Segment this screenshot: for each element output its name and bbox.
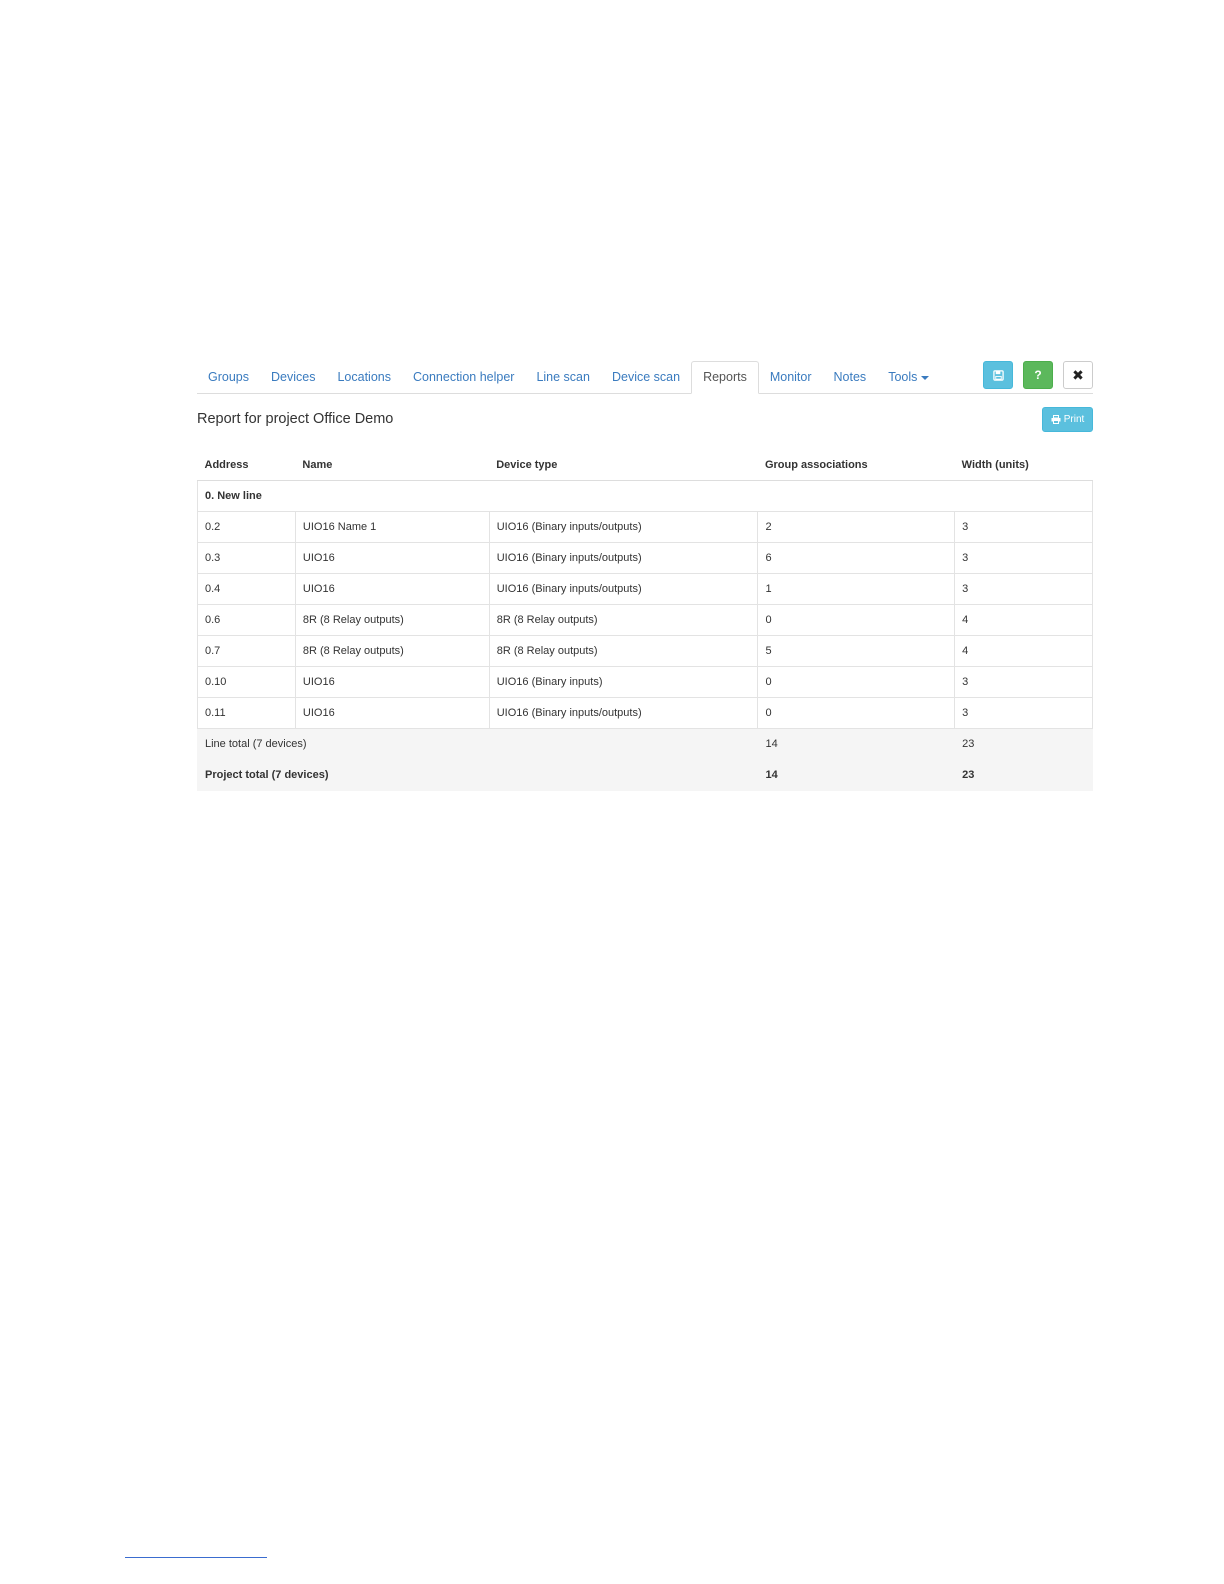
line-total-row: Line total (7 devices) 14 23 (196, 728, 1093, 760)
report-app: Groups Devices Locations Connection help… (196, 361, 1093, 791)
header-address: Address (197, 450, 296, 481)
cell-device-type: UIO16 (Binary inputs/outputs) (488, 573, 759, 605)
cell-device-type: UIO16 (Binary inputs) (488, 666, 759, 698)
nav-tabs: Groups Devices Locations Connection help… (197, 361, 1093, 394)
cell-width: 4 (954, 635, 1093, 667)
tab-tools[interactable]: Tools (877, 361, 940, 393)
page-title: Report for project Office Demo (197, 411, 394, 427)
cell-width: 3 (954, 666, 1093, 698)
cell-name: 8R (8 Relay outputs) (294, 635, 490, 667)
print-label: Print (1063, 414, 1085, 425)
cell-name: UIO16 Name 1 (294, 511, 490, 543)
cell-address: 0.11 (197, 697, 296, 729)
cell-name: UIO16 (294, 573, 490, 605)
cell-group-associations: 1 (757, 573, 956, 605)
cell-name: 8R (8 Relay outputs) (294, 604, 490, 636)
cell-width: 3 (954, 542, 1093, 574)
cell-name: UIO16 (294, 666, 490, 698)
printer-icon (1051, 415, 1061, 424)
table-row: 0.2 UIO16 Name 1 UIO16 (Binary inputs/ou… (197, 511, 1093, 543)
floppy-disk-icon (992, 369, 1004, 381)
line-total-label: Line total (7 devices) (196, 728, 759, 760)
tab-notes[interactable]: Notes (823, 361, 878, 393)
table-row: 0.11 UIO16 UIO16 (Binary inputs/outputs)… (197, 697, 1093, 729)
project-total-row: Project total (7 devices) 14 23 (196, 759, 1093, 791)
cell-group-associations: 0 (757, 666, 956, 698)
cell-name: UIO16 (294, 542, 490, 574)
help-button[interactable]: ? (1023, 361, 1053, 389)
cell-device-type: 8R (8 Relay outputs) (488, 635, 759, 667)
tab-groups[interactable]: Groups (197, 361, 260, 393)
line-total-width: 23 (954, 728, 1093, 760)
cell-device-type: 8R (8 Relay outputs) (488, 604, 759, 636)
table-header-row: Address Name Device type Group associati… (197, 450, 1093, 481)
tab-monitor[interactable]: Monitor (759, 361, 823, 393)
cell-width: 3 (954, 511, 1093, 543)
cell-address: 0.3 (197, 542, 296, 574)
project-total-width: 23 (954, 759, 1093, 791)
tab-line-scan[interactable]: Line scan (525, 361, 601, 393)
report-table: Address Name Device type Group associati… (196, 450, 1093, 791)
caret-down-icon (921, 375, 930, 380)
line-heading-row: 0. New line (197, 480, 1093, 512)
tab-tools-label: Tools (888, 370, 918, 384)
close-button[interactable]: ✖ (1063, 361, 1093, 389)
line-heading: 0. New line (197, 480, 1093, 512)
cell-address: 0.10 (197, 666, 296, 698)
cell-address: 0.6 (197, 604, 296, 636)
table-row: 0.10 UIO16 UIO16 (Binary inputs) 0 3 (197, 666, 1093, 698)
print-button[interactable]: Print (1042, 407, 1093, 432)
close-icon: ✖ (1072, 366, 1084, 383)
table-row: 0.6 8R (8 Relay outputs) 8R (8 Relay out… (197, 604, 1093, 636)
report-header: Report for project Office Demo Print (197, 394, 1093, 450)
header-group-associations: Group associations (757, 450, 955, 481)
header-width: Width (units) (954, 450, 1093, 481)
cell-device-type: UIO16 (Binary inputs/outputs) (488, 511, 759, 543)
cell-address: 0.2 (197, 511, 296, 543)
tab-locations[interactable]: Locations (326, 361, 402, 393)
cell-width: 3 (954, 573, 1093, 605)
project-total-groups: 14 (757, 759, 956, 791)
cell-group-associations: 2 (757, 511, 956, 543)
save-button[interactable] (983, 361, 1013, 389)
cell-width: 4 (954, 604, 1093, 636)
cell-device-type: UIO16 (Binary inputs/outputs) (488, 697, 759, 729)
tab-devices[interactable]: Devices (260, 361, 326, 393)
footnote-divider (125, 1557, 267, 1558)
cell-address: 0.7 (197, 635, 296, 667)
cell-group-associations: 6 (757, 542, 956, 574)
table-row: 0.4 UIO16 UIO16 (Binary inputs/outputs) … (197, 573, 1093, 605)
cell-width: 3 (954, 697, 1093, 729)
table-row: 0.7 8R (8 Relay outputs) 8R (8 Relay out… (197, 635, 1093, 667)
tab-device-scan[interactable]: Device scan (601, 361, 691, 393)
table-row: 0.3 UIO16 UIO16 (Binary inputs/outputs) … (197, 542, 1093, 574)
cell-address: 0.4 (197, 573, 296, 605)
help-icon: ? (1034, 368, 1042, 382)
tab-reports[interactable]: Reports (691, 361, 759, 394)
cell-name: UIO16 (294, 697, 490, 729)
project-total-label: Project total (7 devices) (196, 759, 759, 791)
cell-device-type: UIO16 (Binary inputs/outputs) (488, 542, 759, 574)
cell-group-associations: 0 (757, 697, 956, 729)
tab-connection-helper[interactable]: Connection helper (402, 361, 525, 393)
header-device-type: Device type (489, 450, 758, 481)
cell-group-associations: 0 (757, 604, 956, 636)
line-total-groups: 14 (757, 728, 956, 760)
cell-group-associations: 5 (757, 635, 956, 667)
header-name: Name (295, 450, 490, 481)
